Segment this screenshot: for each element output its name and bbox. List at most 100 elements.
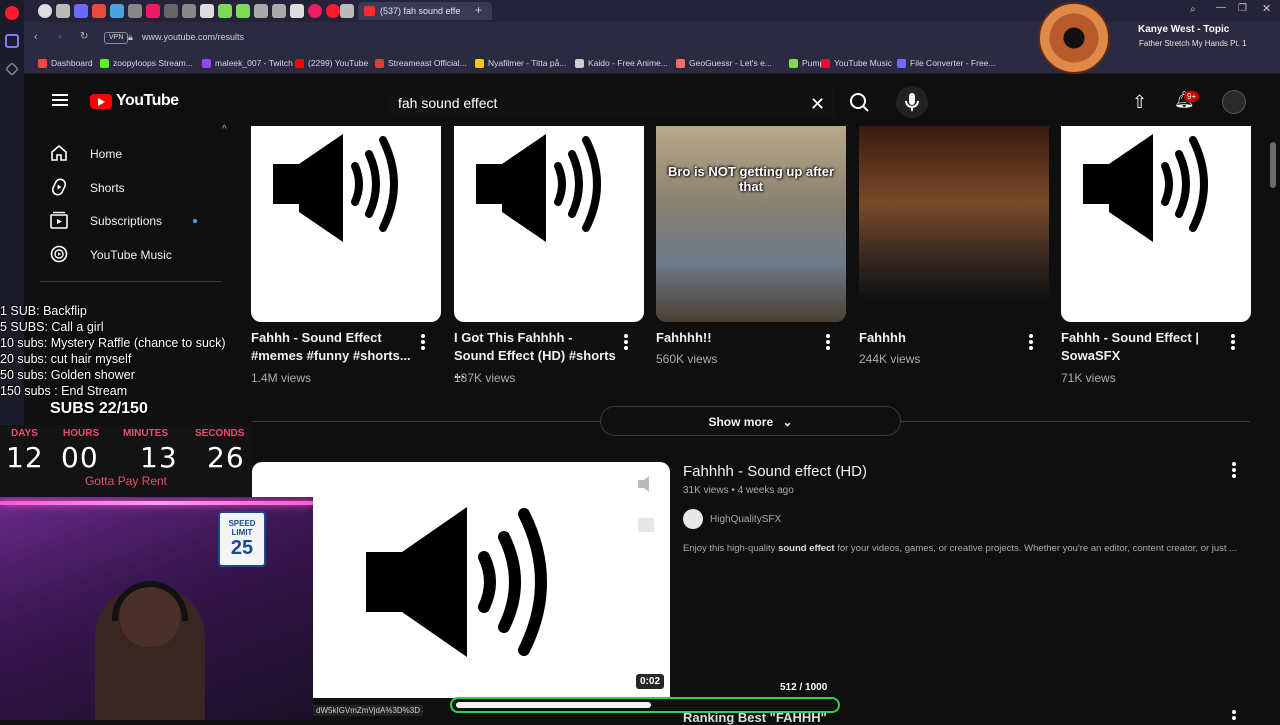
sidebar-item-label: Home [90, 147, 123, 161]
tab-icon-8[interactable] [164, 4, 178, 18]
more-actions-icon[interactable] [419, 334, 427, 350]
more-actions-icon[interactable] [1230, 462, 1238, 478]
short-thumbnail[interactable] [859, 126, 1049, 298]
shorts-icon [51, 178, 67, 196]
tab-icon-18[interactable] [340, 4, 354, 18]
search-input[interactable] [398, 95, 778, 111]
duration-badge: 0:02 [636, 674, 665, 689]
speaker-icon [273, 134, 398, 242]
video-thumbnail[interactable] [252, 462, 670, 698]
maximize-icon[interactable]: ❐ [1238, 3, 1247, 14]
active-tab[interactable]: (537) fah sound effe [358, 2, 492, 20]
link-hover-url: dW5kIGVmZmVjdA%3D%3D [313, 705, 424, 716]
bookmark-item[interactable]: maleek_007 - Twitch [202, 58, 293, 68]
search-button[interactable] [840, 88, 880, 118]
bookmark-item[interactable]: Pump [789, 58, 824, 68]
speed-limit-sign: SPEED LIMIT 25 [218, 511, 266, 567]
short-thumbnail[interactable] [1061, 126, 1251, 322]
short-thumbnail[interactable] [454, 126, 644, 322]
tab-icon-1[interactable] [38, 4, 52, 18]
tab-icon-9[interactable] [182, 4, 196, 18]
video-title[interactable]: Fahhhh - Sound effect (HD) [683, 463, 867, 480]
search-tabs-icon[interactable]: ⌕ [1190, 4, 1196, 15]
bookmark-item[interactable]: Kaido - Free Anime... [575, 58, 668, 68]
tab-icon-10[interactable] [200, 4, 214, 18]
bookmark-label: YouTube Music [834, 58, 892, 68]
tab-icon-17[interactable] [326, 4, 340, 18]
subscriptions-icon [50, 211, 68, 229]
tab-icon-16[interactable] [308, 4, 322, 18]
minutes-label: MINUTES [123, 428, 168, 439]
show-more-button[interactable]: Show more ⌄ [600, 406, 901, 436]
channel-name[interactable]: HighQualitySFX [710, 514, 781, 525]
desc-highlight: sound effect [778, 543, 835, 554]
countdown-caption: Gotta Pay Rent [84, 474, 168, 488]
tab-icon-13[interactable] [254, 4, 268, 18]
tab-icon-5[interactable] [110, 4, 124, 18]
more-actions-icon[interactable] [824, 334, 832, 350]
tab-icon-11[interactable] [218, 4, 232, 18]
short-thumbnail[interactable] [251, 126, 441, 322]
bookmark-item[interactable]: GeoGuessr - Let's e... [676, 58, 772, 68]
account-avatar[interactable] [1222, 90, 1246, 114]
bookmark-item[interactable]: Streameast Official... [375, 58, 467, 68]
channel-avatar[interactable] [683, 509, 703, 529]
upload-icon[interactable]: ⇧ [1132, 92, 1147, 113]
more-actions-icon[interactable] [1230, 710, 1238, 720]
speaker-icon [366, 476, 654, 657]
chevron-down-icon: ⌄ [782, 415, 793, 429]
bookmark-item[interactable]: YouTube Music [821, 58, 892, 68]
lock-icon: 🔒︎ [128, 32, 133, 42]
bookmark-favicon-icon [295, 59, 304, 68]
short-thumbnail[interactable]: Bro is NOT getting up after that [656, 126, 846, 322]
search-box[interactable]: ✕ [386, 88, 834, 118]
tab-icon-15[interactable] [290, 4, 304, 18]
url-text[interactable]: www.youtube.com/results [142, 32, 244, 42]
video-meta: 31K views • 4 weeks ago [683, 485, 794, 496]
scrollbar[interactable] [1270, 142, 1276, 188]
more-actions-icon[interactable] [1027, 334, 1035, 350]
reload-icon[interactable]: ↻ [80, 31, 88, 42]
bookmark-item[interactable]: Dashboard [38, 58, 93, 68]
bookmark-item[interactable]: (2299) YouTube [295, 58, 368, 68]
short-title[interactable]: Fahhh - Sound Effect | SowaSFX [1061, 329, 1223, 365]
bookmark-favicon-icon [202, 59, 211, 68]
pinboard-icon[interactable] [5, 62, 19, 76]
forward-icon[interactable]: › [58, 31, 62, 43]
tab-icon-14[interactable] [272, 4, 286, 18]
bookmark-item[interactable]: Nyafilmer - Titta på... [475, 58, 566, 68]
tab-icon-7[interactable] [146, 4, 160, 18]
clear-search-icon[interactable]: ✕ [810, 94, 825, 115]
goal-progress-text: 512 / 1000 [780, 682, 828, 693]
tab-icon-2[interactable] [56, 4, 70, 18]
url-field[interactable]: VPN 🔒︎ www.youtube.com/results [104, 28, 1104, 48]
voice-search-button[interactable] [896, 86, 928, 118]
sidebar-item-label: YouTube Music [90, 248, 172, 262]
bookmark-item[interactable]: zoopyloops Stream... [100, 58, 193, 68]
more-actions-icon[interactable] [1229, 334, 1237, 350]
more-actions-icon[interactable] [622, 334, 630, 350]
tab-icon-3[interactable] [74, 4, 88, 18]
vpn-badge[interactable]: VPN [104, 32, 129, 44]
back-icon[interactable]: ‹ [34, 31, 38, 43]
short-title[interactable]: Fahhh - Sound Effect #memes #funny #shor… [251, 329, 413, 365]
hours-value: 00 [61, 441, 99, 474]
short-title[interactable]: Fahhhh [859, 329, 1021, 347]
youtube-music-icon [50, 245, 68, 263]
menu-icon[interactable] [52, 94, 68, 106]
seconds-label: SECONDS [195, 428, 245, 439]
home-workspace-icon[interactable] [5, 34, 19, 48]
opera-logo-icon[interactable] [5, 6, 19, 20]
tab-icon-4[interactable] [92, 4, 106, 18]
now-playing-title: Kanye West - Topic [1138, 24, 1230, 35]
hours-label: HOURS [63, 428, 100, 439]
minimize-icon[interactable]: — [1216, 2, 1226, 13]
short-title[interactable]: Fahhhh!! [656, 329, 818, 347]
new-tab-icon[interactable]: + [475, 3, 482, 17]
bookmark-item[interactable]: File Converter - Free... [897, 58, 996, 68]
bookmark-favicon-icon [897, 59, 906, 68]
tab-icon-6[interactable] [128, 4, 142, 18]
close-window-icon[interactable]: ✕ [1262, 2, 1271, 15]
desc-text: for your videos, games, or creative proj… [834, 543, 1238, 554]
tab-icon-12[interactable] [236, 4, 250, 18]
